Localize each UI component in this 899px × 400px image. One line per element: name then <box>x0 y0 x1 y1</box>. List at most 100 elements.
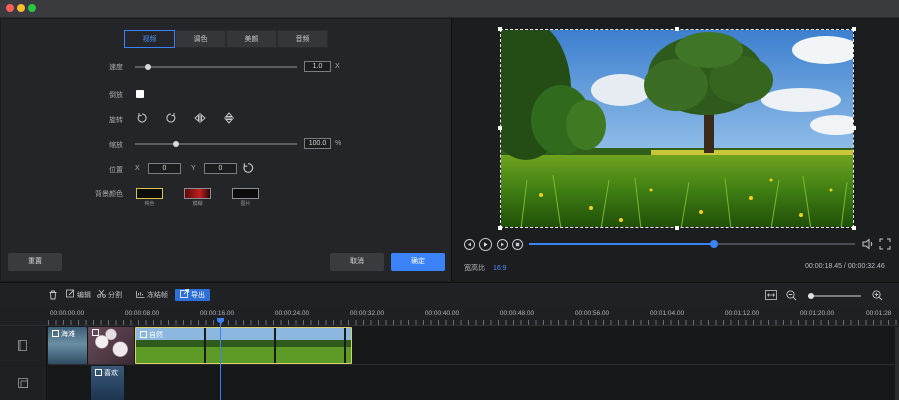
overlay-track-icon <box>18 378 28 388</box>
export-icon <box>180 289 189 298</box>
crop-handle[interactable] <box>852 126 856 130</box>
fit-timeline-icon[interactable] <box>765 290 777 300</box>
speed-label: 速度 <box>109 64 123 71</box>
overlay-track[interactable]: 喜欢 <box>48 366 896 400</box>
aspect-ratio-value[interactable]: 16:9 <box>493 265 507 272</box>
ruler-time-label: 00:00:48.00 <box>499 310 535 317</box>
confirm-button[interactable]: 确定 <box>391 253 445 271</box>
volume-icon[interactable] <box>862 238 874 250</box>
ruler-time-label: 00:00:00.00 <box>49 310 85 317</box>
reverse-checkbox[interactable] <box>136 90 144 98</box>
clip-nature-label: 自然 <box>140 330 163 340</box>
fullscreen-icon[interactable] <box>879 238 891 250</box>
playback-progress-knob[interactable] <box>710 240 719 248</box>
clip-like-label: 喜欢 <box>95 368 118 378</box>
crop-handle[interactable] <box>498 27 502 31</box>
rotate-right-icon[interactable] <box>164 111 178 125</box>
clip-beach[interactable]: 海滩 <box>48 327 87 364</box>
current-time: 00:00:18.45 <box>805 263 842 270</box>
scale-input[interactable]: 100.0 <box>304 138 331 149</box>
rotate-left-icon[interactable] <box>135 111 149 125</box>
timeline-ruler[interactable]: 00:00:00.00 00:00:08.00 00:00:16.00 00:00:2… <box>0 306 899 326</box>
split-tool-label: 分割 <box>108 292 122 299</box>
minimize-window-button[interactable] <box>17 4 25 12</box>
crop-handle[interactable] <box>675 27 679 31</box>
ruler-time-label: 00:00:24.00 <box>274 310 310 317</box>
video-clip-icon <box>95 369 102 376</box>
crop-handle[interactable] <box>498 126 502 130</box>
reset-button[interactable]: 重置 <box>8 253 62 271</box>
aspect-ratio-label: 宽高比 <box>464 265 485 272</box>
freeze-frame-tool-label: 冻结帧 <box>147 292 168 299</box>
crop-handle[interactable] <box>498 226 502 230</box>
speed-slider[interactable] <box>135 64 297 70</box>
tab-color[interactable]: 调色 <box>175 30 226 48</box>
background-image-label: 图片 <box>240 201 251 207</box>
video-preview[interactable] <box>500 29 854 228</box>
position-x-label: X <box>135 165 140 172</box>
tab-audio[interactable]: 音频 <box>277 30 328 48</box>
crop-handle[interactable] <box>852 27 856 31</box>
clip-nature[interactable]: 自然 <box>135 327 352 364</box>
nature-scene-image <box>501 30 853 227</box>
background-image-swatch[interactable] <box>232 188 259 199</box>
playback-progress-bar[interactable] <box>529 240 855 248</box>
ruler-time-label: 00:00:16.00 <box>199 310 235 317</box>
background-blur-label: 模糊 <box>192 201 203 207</box>
ruler-time-label: 00:00:32.00 <box>349 310 385 317</box>
speed-input[interactable]: 1.0 <box>304 61 331 72</box>
video-track[interactable]: 海滩 自然 <box>48 327 896 365</box>
zoom-in-icon[interactable] <box>872 290 883 301</box>
position-label: 位置 <box>109 167 123 174</box>
position-y-input[interactable]: 0 <box>204 163 237 174</box>
aspect-ratio[interactable]: 宽高比 16:9 <box>464 263 507 273</box>
clip-like[interactable]: 喜欢 <box>91 366 124 400</box>
zoom-out-icon[interactable] <box>786 290 797 301</box>
flip-vertical-icon[interactable] <box>222 111 236 125</box>
ruler-time-label: 00:00:08.00 <box>124 310 160 317</box>
playhead[interactable] <box>220 318 221 400</box>
timeline-zoom-slider[interactable] <box>807 293 861 299</box>
next-frame-icon[interactable] <box>497 239 508 250</box>
delete-icon[interactable] <box>48 290 58 300</box>
edit-tool-button[interactable]: 编辑 <box>66 289 91 301</box>
scale-slider[interactable] <box>135 141 297 147</box>
tab-video[interactable]: 视频 <box>124 30 175 48</box>
cancel-button[interactable]: 取消 <box>330 253 384 271</box>
position-x-input[interactable]: 0 <box>148 163 181 174</box>
tab-beauty[interactable]: 美颜 <box>226 30 277 48</box>
timeline-zoom-knob[interactable] <box>807 293 814 299</box>
speed-slider-knob[interactable] <box>144 64 151 70</box>
ruler-time-label: 00:01:12.00 <box>724 310 760 317</box>
window-titlebar <box>0 0 899 18</box>
play-icon[interactable] <box>479 238 492 251</box>
crop-handle[interactable] <box>675 226 679 230</box>
close-window-button[interactable] <box>6 4 14 12</box>
prev-frame-icon[interactable] <box>464 239 475 250</box>
flip-horizontal-icon[interactable] <box>193 111 207 125</box>
clip-blossom-label <box>92 329 101 337</box>
timeline-scrollbar[interactable] <box>895 327 899 400</box>
background-blur-swatch[interactable] <box>184 188 211 199</box>
zoom-window-button[interactable] <box>28 4 36 12</box>
export-button[interactable]: 导出 <box>175 289 210 301</box>
split-tool-button[interactable]: 分割 <box>97 289 122 301</box>
ruler-ticks <box>48 320 899 325</box>
freeze-frame-tool-button[interactable]: 冻结帧 <box>136 289 168 301</box>
edit-tool-label: 编辑 <box>77 292 91 299</box>
timeline-toolbar: 编辑 分割 冻结帧 导出 <box>0 282 899 306</box>
reset-position-icon[interactable] <box>241 161 255 175</box>
scale-slider-knob[interactable] <box>172 141 179 147</box>
ruler-time-label: 00:01:04.00 <box>649 310 685 317</box>
edit-tabs: 视频 调色 美颜 音频 <box>124 30 328 48</box>
position-y-label: Y <box>191 165 196 172</box>
background-color-label: 背景颜色 <box>95 191 123 198</box>
crop-handle[interactable] <box>852 226 856 230</box>
time-display: 00:00:18.45 / 00:00:32.46 <box>805 263 885 270</box>
clip-blossom[interactable] <box>88 327 134 364</box>
edit-icon <box>66 289 75 298</box>
background-solid-swatch[interactable] <box>136 188 163 199</box>
overlay-track-header <box>0 366 47 400</box>
video-track-header <box>0 327 47 365</box>
stop-icon[interactable] <box>512 239 523 250</box>
